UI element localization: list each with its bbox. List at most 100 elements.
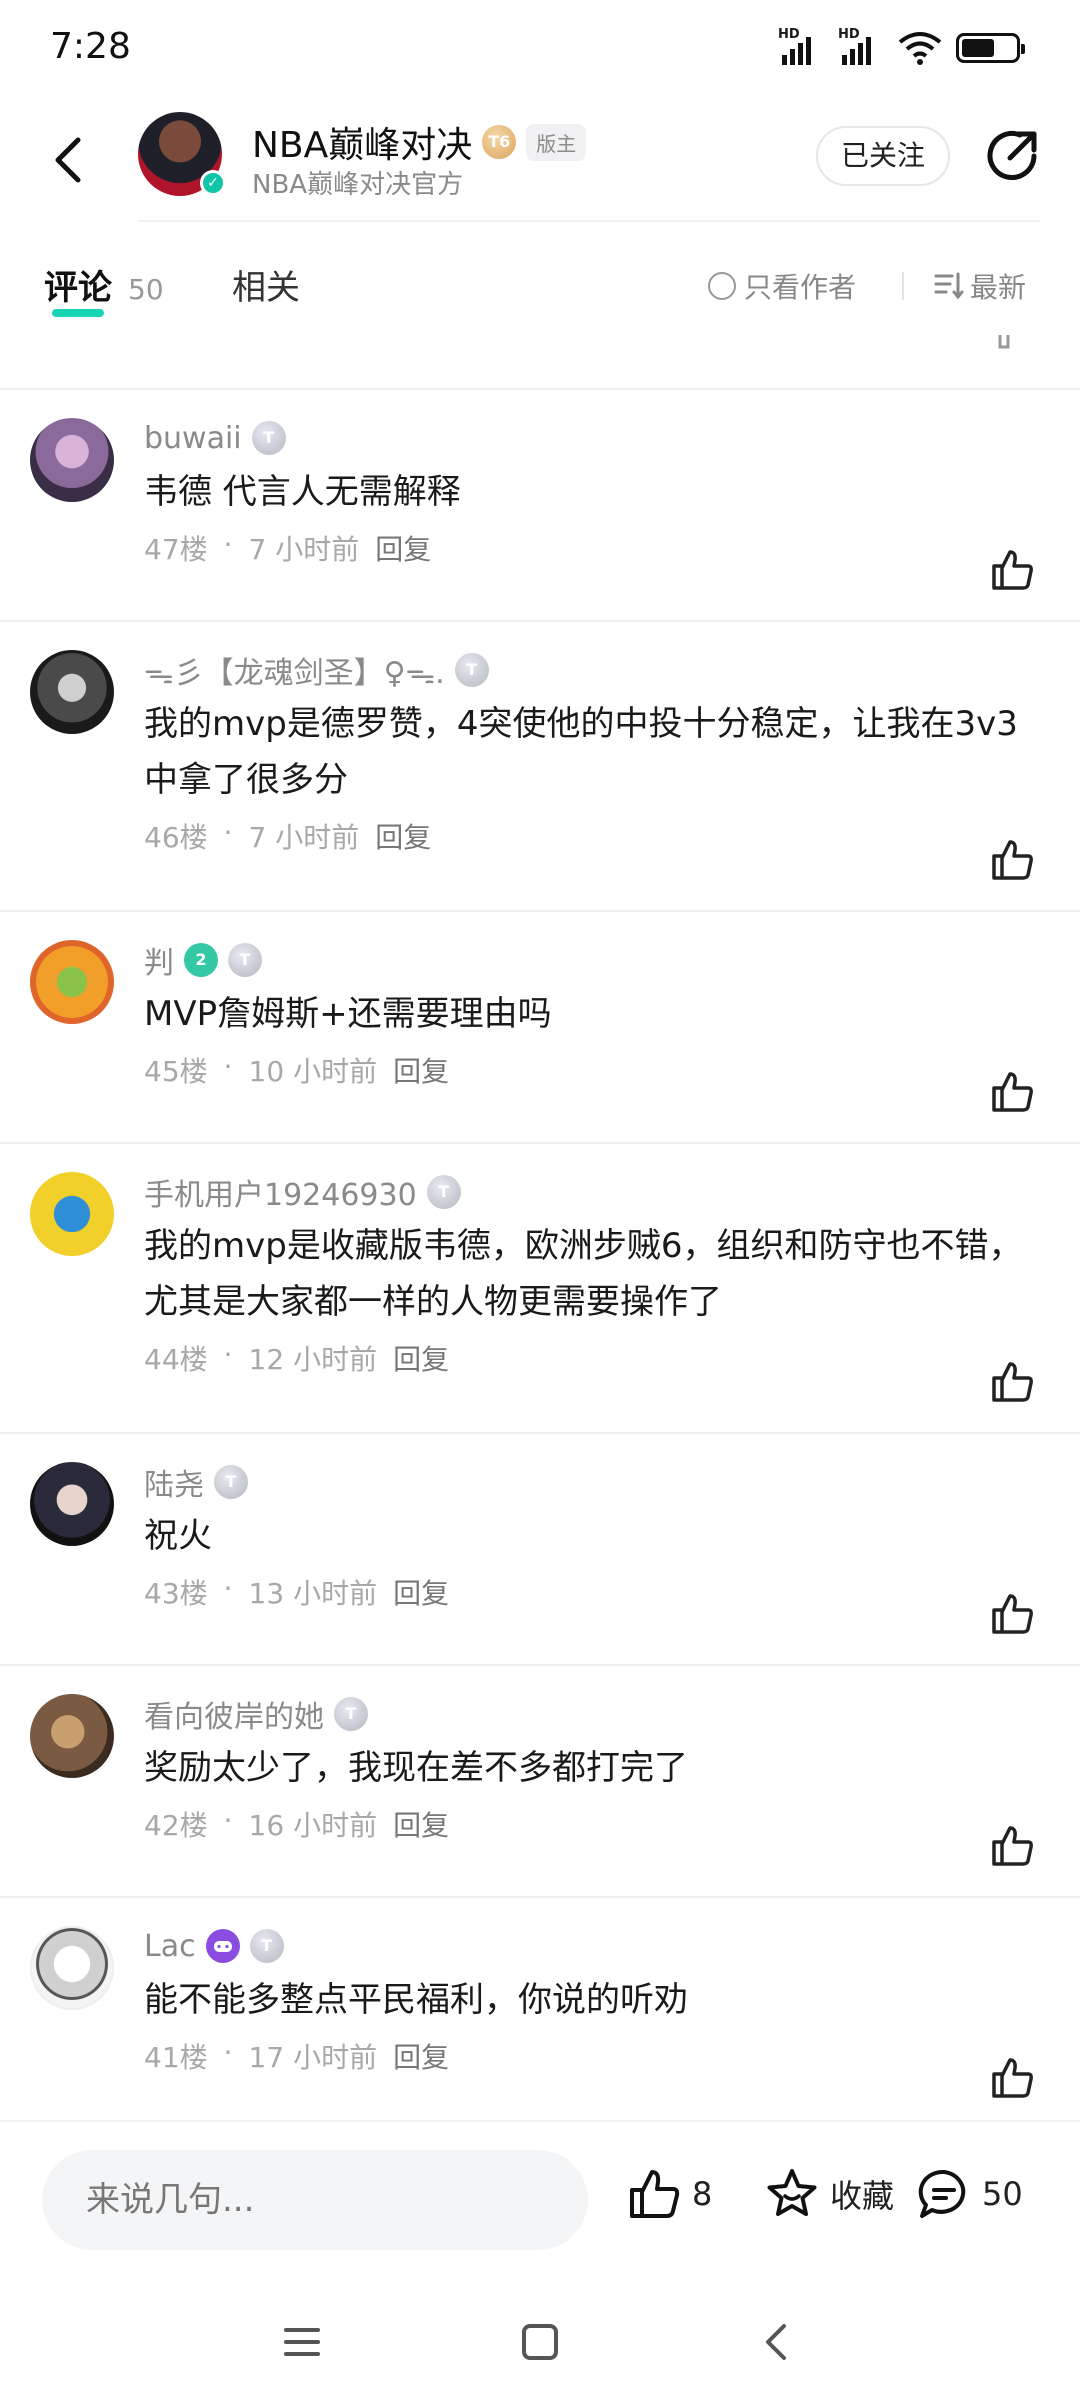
sort-button[interactable]: 最新 [934,266,1026,306]
author-only-toggle[interactable]: 只看作者 [708,266,856,306]
author-avatar[interactable]: ✓ [138,112,226,196]
like-icon [998,335,1010,349]
comment-item: 判 2 T MVP詹姆斯+还需要理由吗 45楼 · 10 小时前 回复 [0,910,1080,1142]
comment-bubble-icon [918,2169,966,2218]
battery-icon [956,33,1025,63]
back-icon[interactable] [748,2312,808,2372]
reply-button[interactable]: 回复 [393,1338,449,1378]
level-badge: T [426,1175,461,1209]
previous-comment-cutoff [138,335,1040,385]
comment-time: 7 小时前 [248,821,360,854]
comment-meta: 46楼 · 7 小时前 回复 [144,816,432,856]
comment-meta: 47楼 · 7 小时前 回复 [144,528,432,568]
radio-icon [708,272,736,300]
bottom-action-bar: 来说几句... 8 收藏 50 [0,2120,1080,2280]
comment-tabs: 评论 50 相关 只看作者 最新 [0,250,1080,320]
reply-button[interactable]: 回复 [393,1572,449,1612]
commenter-avatar[interactable] [30,650,114,734]
comment-text: 奖励太少了，我现在差不多都打完了 [144,1748,688,1788]
reply-button[interactable]: 回复 [375,816,431,856]
tab-comments[interactable]: 评论 50 [44,260,164,317]
sort-label: 最新 [970,271,1027,304]
comment-time: 13 小时前 [248,1577,378,1610]
reply-button[interactable]: 回复 [375,528,431,568]
commenter-avatar[interactable] [30,418,114,502]
commenter-name-row: Lac T [144,1924,1040,1968]
system-nav-bar [0,2290,1080,2401]
moderator-tag: 版主 [526,123,587,161]
comment-text: 祝火 [144,1516,212,1556]
level-badge: T [249,1929,284,1963]
commenter-name-row: 看向彼岸的她 T [144,1692,1040,1736]
menu-icon[interactable] [272,2312,332,2372]
favorite-label: 收藏 [830,2177,895,2215]
follow-button[interactable]: 已关注 [816,126,950,186]
reply-button[interactable]: 回复 [393,1050,449,1090]
level-badge: T [454,653,489,687]
like-button[interactable]: 8 [626,2166,712,2222]
like-icon[interactable] [988,1358,1036,1406]
comment-count: 50 [982,2175,1023,2213]
comment-meta: 41楼 · 17 小时前 回复 [144,2036,450,2076]
tab-comments-label: 评论 [44,260,112,317]
comment-item: buwaii T 韦德 代言人无需解释 47楼 · 7 小时前 回复 [0,388,1080,620]
commenter-name[interactable]: 手机用户19246930 [144,1170,417,1214]
comment-time: 16 小时前 [248,1809,378,1842]
comment-input[interactable]: 来说几句... [42,2150,588,2250]
divider [138,220,1040,222]
commenter-avatar[interactable] [30,1694,114,1778]
like-icon[interactable] [988,2054,1036,2102]
comment-item: 手机用户19246930 T 我的mvp是收藏版韦德，欧洲步贼6，组织和防守也不… [0,1142,1080,1432]
share-icon[interactable] [980,124,1044,188]
commenter-name[interactable]: Lac [144,1929,196,1964]
sort-icon [934,272,964,300]
like-icon[interactable] [988,546,1036,594]
author-name[interactable]: NBA巅峰对决 [252,116,472,168]
commenter-name[interactable]: ᯓ彡【龙魂剑圣】♀ᯓ. [144,648,445,692]
comment-meta: 45楼 · 10 小时前 回复 [144,1050,450,1090]
reply-button[interactable]: 回复 [393,1804,449,1844]
back-arrow-icon[interactable] [40,130,100,190]
commenter-name-row: 陆尧 T [144,1460,1040,1504]
commenter-name[interactable]: buwaii [144,421,242,456]
like-icon [630,2170,680,2218]
like-icon[interactable] [988,836,1036,884]
comment-text: 我的mvp是德罗赞，4突使他的中投十分稳定，让我在3v3中拿了很多分 [144,704,1018,800]
commenter-name[interactable]: 陆尧 [144,1460,204,1504]
like-icon[interactable] [988,1822,1036,1870]
comment-list: buwaii T 韦德 代言人无需解释 47楼 · 7 小时前 回复 ᯓ彡【龙魂剑… [0,388,1080,2128]
status-time: 7:28 [50,26,131,67]
like-icon[interactable] [988,1590,1036,1638]
star-icon [767,2169,817,2216]
comment-count-button[interactable]: 50 [916,2166,1023,2222]
level-badge: T [251,421,286,455]
commenter-avatar[interactable] [30,1926,114,2010]
gamepad-badge-icon [205,1929,240,1963]
commenter-name[interactable]: 判 [144,938,174,982]
floor-number: 44楼 [144,1343,208,1376]
favorite-button[interactable]: 收藏 [764,2166,894,2222]
level-badge: T6 [482,125,517,159]
tab-related[interactable]: 相关 [232,260,300,309]
tab-comments-count: 50 [128,273,164,306]
home-square-icon[interactable] [510,2312,570,2372]
reply-button[interactable]: 回复 [393,2036,449,2076]
signal-icon: HD [778,27,824,65]
author-only-label: 只看作者 [744,271,857,304]
commenter-name[interactable]: 看向彼岸的她 [144,1692,324,1736]
like-count: 8 [692,2175,713,2213]
divider [902,272,904,300]
comment-time: 12 小时前 [248,1343,378,1376]
floor-number: 43楼 [144,1577,208,1610]
commenter-avatar[interactable] [30,1462,114,1546]
commenter-avatar[interactable] [30,1172,114,1256]
commenter-avatar[interactable] [30,940,114,1024]
commenter-name-row: 判 2 T [144,938,1040,982]
like-icon[interactable] [988,1068,1036,1116]
comment-text: MVP詹姆斯+还需要理由吗 [144,994,552,1034]
author-name-row: NBA巅峰对决 T6 版主 [252,116,587,168]
floor-number: 47楼 [144,533,208,566]
level-badge: T [228,943,262,977]
comment-text: 我的mvp是收藏版韦德，欧洲步贼6，组织和防守也不错，尤其是大家都一样的人物更需… [144,1226,1023,1322]
author-subtitle: NBA巅峰对决官方 [252,170,464,200]
